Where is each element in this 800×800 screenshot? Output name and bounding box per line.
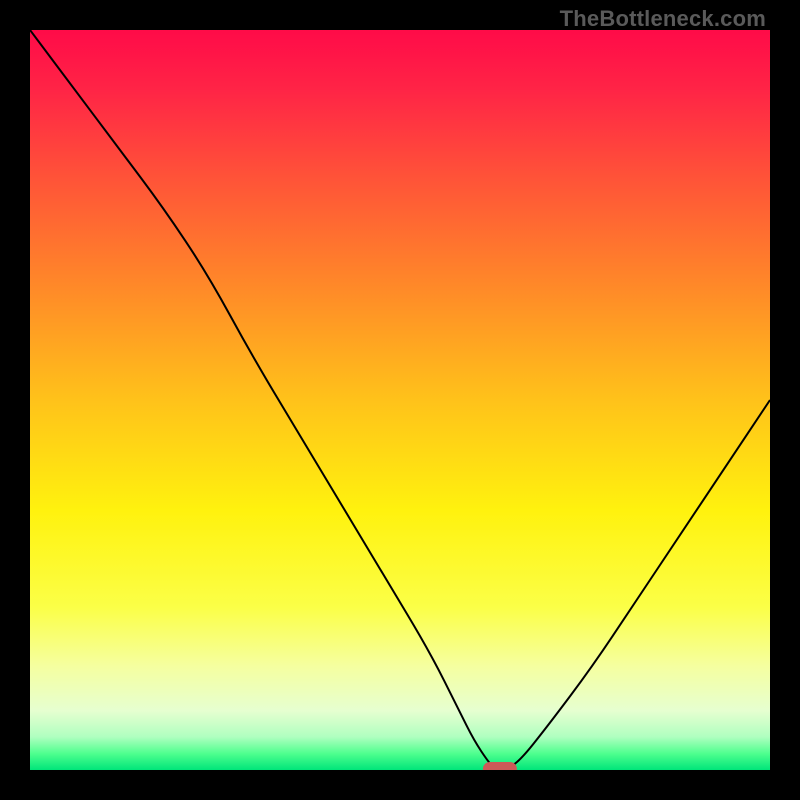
watermark-text: TheBottleneck.com [560,6,766,32]
bottleneck-curve [30,30,770,770]
optimum-marker [483,762,517,770]
chart-container: TheBottleneck.com [0,0,800,800]
chart-overlay [30,30,770,770]
plot-area [30,30,770,770]
